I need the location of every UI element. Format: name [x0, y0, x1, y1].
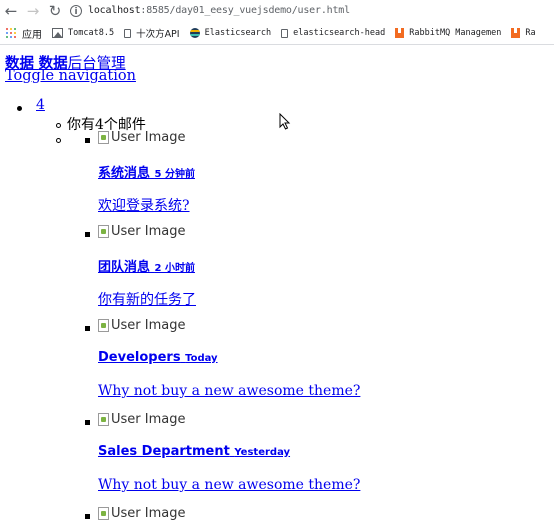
- list-bullet: [85, 420, 90, 425]
- user-image: User Image: [98, 130, 185, 145]
- message-body[interactable]: 你有新的任务了: [98, 289, 196, 309]
- list-bullet: [56, 123, 61, 128]
- message-title[interactable]: Sales Department Yesterday: [98, 444, 290, 459]
- broken-image-icon: [98, 225, 109, 238]
- url-text[interactable]: localhost:8585/day01_eesy_vuejsdemo/user…: [88, 5, 350, 16]
- broken-image-icon: [98, 131, 109, 144]
- list-bullet: [85, 232, 90, 237]
- message-body[interactable]: Why not buy a new awesome theme?: [98, 383, 360, 399]
- message-body[interactable]: Why not buy a new awesome theme?: [98, 477, 360, 493]
- elasticsearch-icon: [189, 28, 200, 38]
- user-image: User Image: [98, 224, 185, 239]
- list-bullet: [85, 326, 90, 331]
- bookmark-elasticsearch-head[interactable]: elasticsearch-head: [281, 28, 385, 38]
- document-icon: [281, 28, 289, 38]
- bookmark-rabbitmq-2[interactable]: Ra: [511, 28, 536, 38]
- list-bullet: [85, 138, 90, 143]
- list-bullet: [17, 106, 22, 111]
- bookmark-rabbitmq[interactable]: RabbitMQ Managemen: [395, 28, 501, 38]
- broken-image-icon: [98, 319, 109, 332]
- info-icon[interactable]: i: [70, 4, 82, 17]
- bookmark-tomcat[interactable]: Tomcat8.5: [52, 28, 114, 38]
- list-bullet: [56, 138, 61, 143]
- notification-count-link[interactable]: 4: [36, 97, 45, 113]
- document-icon: [124, 28, 132, 38]
- bookmark-elasticsearch[interactable]: Elasticsearch: [189, 28, 271, 38]
- reload-icon[interactable]: ↻: [44, 0, 66, 21]
- message-body[interactable]: 欢迎登录系统?: [98, 195, 190, 215]
- message-title[interactable]: Developers Today: [98, 350, 218, 365]
- image-icon: [52, 28, 63, 38]
- rabbitmq-icon: [511, 28, 521, 38]
- message-title[interactable]: 系统消息 5 分钟前: [98, 162, 195, 181]
- toggle-navigation-link[interactable]: Toggle navigation: [5, 68, 136, 84]
- list-bullet: [85, 514, 90, 519]
- user-image: User Image: [98, 318, 185, 333]
- user-image: User Image: [98, 412, 185, 427]
- bookmark-apps[interactable]: 应用: [0, 26, 42, 41]
- user-image: User Image: [98, 506, 185, 521]
- mouse-cursor-icon: [279, 113, 291, 130]
- rabbitmq-icon: [395, 28, 405, 38]
- message-title[interactable]: 团队消息 2 小时前: [98, 256, 195, 275]
- forward-arrow-icon[interactable]: →: [22, 0, 44, 21]
- browser-toolbar: ← → ↻ i localhost:8585/day01_eesy_vuejsd…: [0, 0, 554, 21]
- broken-image-icon: [98, 507, 109, 520]
- bookmarks-bar: 应用 Tomcat8.5 十次方API Elasticsearch elasti…: [0, 22, 554, 45]
- bookmark-api[interactable]: 十次方API: [124, 26, 180, 40]
- apps-grid-icon: [6, 28, 16, 38]
- broken-image-icon: [98, 413, 109, 426]
- address-bar[interactable]: i localhost:8585/day01_eesy_vuejsdemo/us…: [70, 0, 554, 21]
- back-arrow-icon[interactable]: ←: [0, 0, 22, 21]
